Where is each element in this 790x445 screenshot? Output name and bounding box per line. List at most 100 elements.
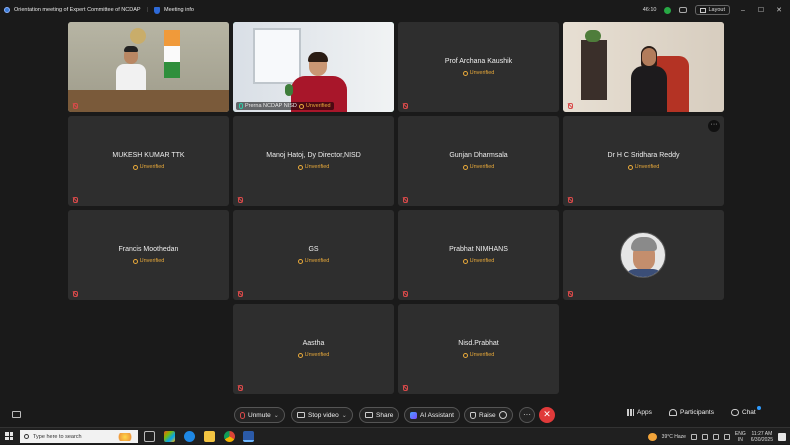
participant-status-row: Unverified xyxy=(233,164,394,170)
meeting-controls-toolbar: Unmute ⌄ Stop video ⌄ Share AI Assistant… xyxy=(0,403,790,427)
end-call-button[interactable]: ✕ xyxy=(539,407,555,423)
layout-button[interactable]: Layout xyxy=(695,5,730,15)
participant-tile[interactable]: Prabhat NIMHANS Unverified xyxy=(398,210,559,300)
windows-start-icon[interactable] xyxy=(5,432,13,440)
muted-mic-icon xyxy=(72,197,78,203)
participant-status-row: Unverified xyxy=(68,164,229,170)
captions-icon[interactable] xyxy=(12,411,21,418)
participant-name: GS xyxy=(308,246,319,253)
tray-chevron-icon[interactable] xyxy=(690,433,697,440)
unverified-icon xyxy=(298,103,304,109)
input-language[interactable]: ENG IN xyxy=(735,431,746,443)
muted-mic-icon xyxy=(567,103,573,109)
participant-tile-avatar[interactable] xyxy=(563,210,724,300)
participant-status-row: Unverified xyxy=(398,258,559,264)
participant-name: Prabhat NIMHANS xyxy=(449,246,508,253)
minimize-icon[interactable]: – xyxy=(738,7,748,14)
participant-tile[interactable]: Prof Archana Kaushik Unverified xyxy=(398,22,559,112)
tile-more-options-button[interactable]: ··· xyxy=(708,120,720,132)
participant-tile-woman[interactable] xyxy=(563,22,724,112)
copilot-icon[interactable] xyxy=(164,431,175,442)
ai-assistant-button[interactable]: AI Assistant xyxy=(404,407,460,423)
more-options-button[interactable]: ··· xyxy=(519,407,535,423)
participant-tile[interactable]: Gunjan Dharmsala Unverified xyxy=(398,116,559,206)
participant-tile[interactable]: Manoj Hatoj, Dy Director,NISD Unverified xyxy=(233,116,394,206)
muted-mic-icon xyxy=(567,197,573,203)
participant-tile[interactable]: Nisd.Prabhat Unverified xyxy=(398,304,559,394)
participant-status: Unverified xyxy=(304,352,330,358)
stop-video-button[interactable]: Stop video ⌄ xyxy=(291,407,353,423)
chat-notification-badge xyxy=(757,406,761,410)
battery-icon[interactable] xyxy=(723,433,730,440)
participant-tile[interactable]: ··· Dr H C Sridhara Reddy Unverified xyxy=(563,116,724,206)
participant-status-row: Unverified xyxy=(398,164,559,170)
unverified-icon xyxy=(297,258,303,264)
apps-button[interactable]: Apps xyxy=(627,409,652,416)
file-explorer-icon[interactable] xyxy=(204,431,215,442)
unverified-icon xyxy=(132,164,138,170)
participant-status-row: Unverified xyxy=(233,258,394,264)
notifications-icon[interactable] xyxy=(778,432,786,441)
chat-button[interactable]: Chat xyxy=(731,406,761,416)
unverified-icon xyxy=(297,352,303,358)
participant-status: Unverified xyxy=(139,164,165,170)
unmute-button[interactable]: Unmute ⌄ xyxy=(234,407,285,423)
taskbar-search-input[interactable]: Type here to search xyxy=(20,430,138,443)
close-window-icon[interactable]: ✕ xyxy=(774,6,784,14)
title-separator: | xyxy=(146,7,148,13)
chevron-down-icon[interactable]: ⌄ xyxy=(342,412,347,419)
taskbar-clock[interactable]: 11:27 AM 6/30/2025 xyxy=(751,431,773,443)
participant-name: Aastha xyxy=(302,340,325,347)
chevron-down-icon[interactable]: ⌄ xyxy=(274,412,279,419)
participants-button[interactable]: Participants xyxy=(669,409,714,416)
meeting-timer: 46:10 xyxy=(642,7,657,13)
active-mic-icon xyxy=(239,103,243,109)
participant-tile-active-speaker[interactable]: Prerna NCDAP NISD Unverified xyxy=(233,22,394,112)
chrome-icon[interactable] xyxy=(224,431,235,442)
muted-mic-icon xyxy=(567,291,573,297)
participant-tile[interactable]: GS Unverified xyxy=(233,210,394,300)
volume-icon[interactable] xyxy=(712,433,719,440)
raise-hand-button[interactable]: Raise xyxy=(464,407,513,423)
participant-tile-official[interactable] xyxy=(68,22,229,112)
participant-video-person xyxy=(116,46,146,94)
muted-mic-icon xyxy=(402,197,408,203)
muted-mic-icon xyxy=(72,291,78,297)
apps-icon xyxy=(627,409,634,416)
unmute-label: Unmute xyxy=(248,411,271,419)
meeting-title: Orientation meeting of Expert Committee … xyxy=(14,7,141,13)
stop-video-label: Stop video xyxy=(308,411,339,419)
search-icon xyxy=(24,434,29,439)
weather-icon[interactable] xyxy=(647,432,657,441)
participant-tile[interactable]: MUKESH KUMAR TTK Unverified xyxy=(68,116,229,206)
muted-mic-icon xyxy=(237,197,243,203)
edge-browser-icon[interactable] xyxy=(184,431,195,442)
share-button[interactable]: Share xyxy=(359,407,400,423)
meeting-info-link[interactable]: Meeting info xyxy=(164,7,194,13)
network-icon[interactable] xyxy=(701,433,708,440)
weather-text[interactable]: 39°C Haze xyxy=(662,434,686,440)
maximize-icon[interactable]: ☐ xyxy=(756,6,766,14)
participant-tile[interactable]: Aastha Unverified xyxy=(233,304,394,394)
participant-status-row: Unverified xyxy=(563,164,724,170)
participant-name: MUKESH KUMAR TTK xyxy=(112,152,185,159)
webex-app-icon xyxy=(4,7,10,13)
participant-tile[interactable]: Francis Moothedan Unverified xyxy=(68,210,229,300)
unverified-icon xyxy=(297,164,303,170)
participant-status: Unverified xyxy=(469,70,495,76)
participant-status: Unverified xyxy=(304,258,330,264)
participant-status: Unverified xyxy=(634,164,660,170)
meeting-info-shield-icon[interactable] xyxy=(154,6,160,14)
security-shield-icon[interactable] xyxy=(664,6,672,14)
participant-status-row: Unverified xyxy=(68,258,229,264)
webex-taskbar-icon[interactable] xyxy=(243,431,254,442)
task-view-icon[interactable] xyxy=(144,431,155,442)
view-icon[interactable] xyxy=(679,7,688,13)
flag-decoration xyxy=(164,30,180,90)
participant-status: Unverified xyxy=(469,258,495,264)
unverified-icon xyxy=(627,164,633,170)
participant-status: Unverified xyxy=(469,164,495,170)
reactions-icon[interactable] xyxy=(498,411,507,419)
muted-mic-icon xyxy=(402,291,408,297)
participant-video-person xyxy=(631,46,667,112)
